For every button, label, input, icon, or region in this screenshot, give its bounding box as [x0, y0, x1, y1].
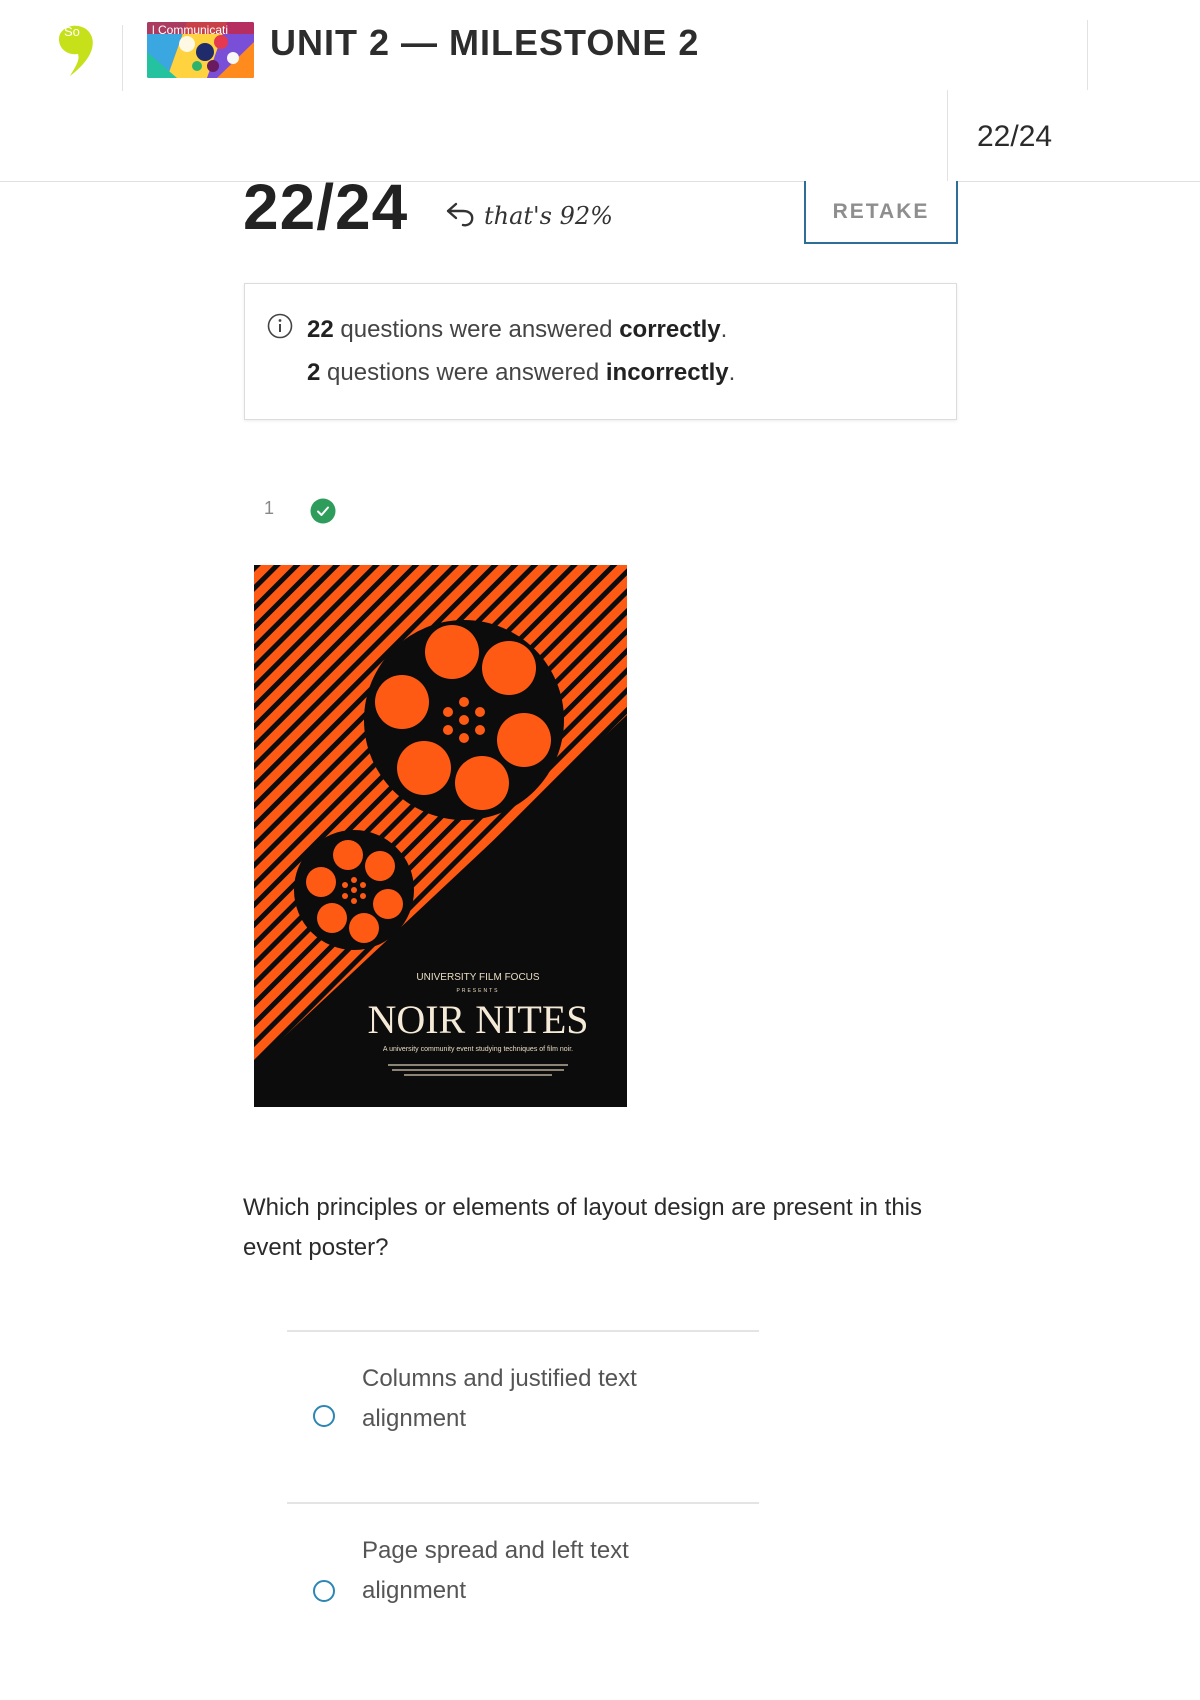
event-poster-image: UNIVERSITY FILM FOCUS PRESENTS NOIR NITE… [254, 565, 627, 1107]
poster-art: UNIVERSITY FILM FOCUS PRESENTS NOIR NITE… [254, 565, 627, 1107]
unit-title: UNIT 2 — MILESTONE 2 [270, 22, 700, 63]
option-label[interactable]: Columns and justified text alignment [362, 1359, 692, 1439]
score-value: 22/24 [243, 171, 409, 243]
header-right-divider [1087, 20, 1088, 90]
results-summary: 22 questions were answered correctly. 2 … [244, 283, 957, 420]
correct-summary: 22 questions were answered correctly. [307, 316, 727, 344]
percent-note: that's 92% [484, 202, 613, 230]
return-arrow-icon [446, 202, 474, 227]
incorrect-period: . [728, 359, 736, 386]
question-number: 1 [264, 498, 275, 518]
incorrect-count: 2 [307, 359, 321, 386]
correct-period: . [720, 316, 728, 343]
incorrect-word: incorrectly [605, 359, 729, 386]
correct-word: correctly [619, 316, 721, 343]
poster-fine-print [388, 1064, 568, 1066]
incorrect-summary: 2 questions were answered incorrectly. [307, 359, 735, 387]
radio-button[interactable] [313, 1405, 335, 1427]
correct-text: questions were answered [340, 316, 613, 343]
option-label[interactable]: Page spread and left text alignment [362, 1531, 692, 1611]
question-prompt: Which principles or elements of layout d… [243, 1194, 923, 1261]
info-icon [267, 313, 293, 339]
correct-count: 22 [307, 316, 334, 343]
course-thumbnail-label: l Communicati [152, 23, 229, 37]
check-circle-icon [310, 498, 336, 524]
retake-button[interactable]: RETAKE [804, 181, 958, 244]
radio-button[interactable] [313, 1580, 335, 1602]
option-divider [287, 1330, 759, 1332]
poster-fine-print [404, 1074, 552, 1076]
header-divider [122, 25, 123, 91]
poster-kicker: UNIVERSITY FILM FOCUS [416, 972, 539, 983]
header-bottom-rule [0, 181, 1200, 182]
poster-presents: PRESENTS [457, 988, 500, 994]
logo-text: So [64, 24, 80, 39]
poster-tagline: A university community event studying te… [383, 1046, 573, 1053]
poster-fine-print [392, 1069, 564, 1071]
option-divider [287, 1502, 759, 1504]
incorrect-text: questions were answered [327, 359, 600, 386]
score-tab-divider [947, 90, 948, 181]
poster-title: NOIR NITES [367, 997, 588, 1042]
score-tab[interactable]: 22/24 [977, 120, 1052, 154]
